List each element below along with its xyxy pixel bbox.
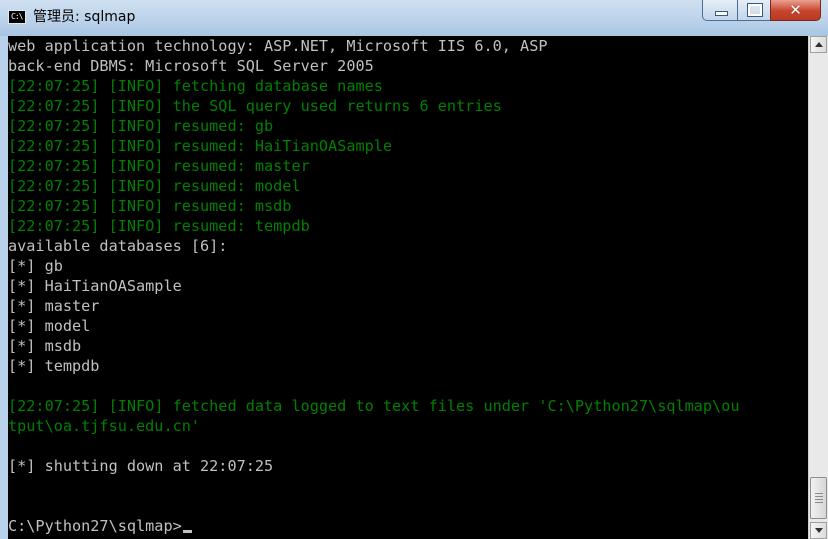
console-line: [22:07:25] [INFO] the SQL query used ret…	[8, 97, 502, 115]
console-line: [*] HaiTianOASample	[8, 277, 182, 295]
cmd-icon-label: C:\	[11, 12, 23, 21]
command-prompt[interactable]: C:\Python27\sqlmap>	[8, 516, 740, 536]
vertical-scrollbar[interactable]	[808, 36, 828, 539]
title-bar[interactable]: C:\ 管理员: sqlmap ✕	[0, 0, 828, 36]
console-line: available databases [6]:	[8, 237, 228, 255]
cmd-icon[interactable]: C:\	[8, 10, 26, 24]
prompt-text: C:\Python27\sqlmap>	[8, 517, 182, 535]
maximize-icon	[747, 3, 763, 17]
console-line: [*] shutting down at 22:07:25	[8, 457, 274, 475]
console-line: [22:07:25] [INFO] resumed: gb	[8, 117, 274, 135]
close-icon: ✕	[789, 1, 802, 19]
console-window: C:\ 管理员: sqlmap ✕ web application techno…	[0, 0, 828, 539]
scroll-up-button[interactable]	[810, 36, 827, 53]
console-line: [*] model	[8, 317, 91, 335]
arrow-up-icon	[815, 42, 823, 47]
minimize-icon	[715, 11, 728, 16]
minimize-button[interactable]	[702, 0, 738, 21]
console-line: [22:07:25] [INFO] fetched data logged to…	[8, 397, 740, 415]
window-title: 管理员: sqlmap	[33, 9, 136, 25]
console-line: [*] master	[8, 297, 100, 315]
maximize-button[interactable]	[737, 0, 771, 21]
close-button[interactable]: ✕	[770, 0, 821, 21]
arrow-down-icon	[815, 528, 823, 533]
console-line: [22:07:25] [INFO] resumed: master	[8, 157, 310, 175]
console-line: [22:07:25] [INFO] resumed: HaiTianOASamp…	[8, 137, 393, 155]
console-line: [22:07:25] [INFO] resumed: tempdb	[8, 217, 310, 235]
grip-line	[815, 502, 823, 503]
console-line: [*] gb	[8, 257, 63, 275]
grip-line	[815, 496, 823, 497]
text-cursor	[182, 530, 192, 533]
console-line: [*] msdb	[8, 337, 82, 355]
console-line: [22:07:25] [INFO] resumed: model	[8, 177, 301, 195]
console-line: web application technology: ASP.NET, Mic…	[8, 37, 548, 55]
console-lines: web application technology: ASP.NET, Mic…	[8, 36, 740, 536]
grip-line	[815, 493, 823, 494]
console-line: back-end DBMS: Microsoft SQL Server 2005	[8, 57, 374, 75]
grip-line	[815, 499, 823, 500]
console-line: tput\oa.tjfsu.edu.cn'	[8, 417, 201, 435]
console-line: [22:07:25] [INFO] resumed: msdb	[8, 197, 292, 215]
console-line: [22:07:25] [INFO] fetching database name…	[8, 77, 383, 95]
console-line: [*] tempdb	[8, 357, 100, 375]
scroll-down-button[interactable]	[810, 522, 827, 539]
console-output[interactable]: web application technology: ASP.NET, Mic…	[8, 36, 808, 539]
scrollbar-thumb[interactable]	[810, 477, 827, 519]
